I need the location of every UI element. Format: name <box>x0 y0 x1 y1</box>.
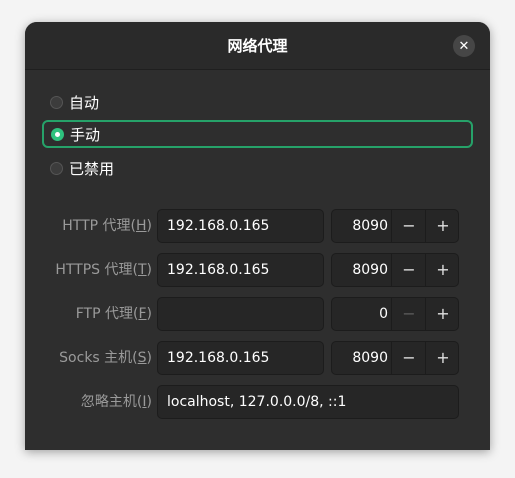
socks-host-input[interactable]: 192.168.0.165 <box>157 341 324 375</box>
http-port-value[interactable]: 8090 <box>332 210 388 242</box>
http-proxy-row: HTTP 代理(H) 192.168.0.165 8090 − + <box>25 209 490 243</box>
mode-automatic-label: 自动 <box>69 93 100 112</box>
close-button[interactable]: ✕ <box>453 35 475 57</box>
socks-host-label: Socks 主机(S) <box>59 350 152 366</box>
https-host-input[interactable]: 192.168.0.165 <box>157 253 324 287</box>
radio-indicator <box>50 161 63 175</box>
socks-port-value[interactable]: 8090 <box>332 342 388 374</box>
http-port-decrement-button[interactable]: − <box>391 210 426 242</box>
mode-disabled-label: 已禁用 <box>69 159 115 178</box>
http-port-increment-button[interactable]: + <box>425 210 460 242</box>
ftp-port-increment-button[interactable]: + <box>425 298 460 330</box>
https-proxy-row: HTTPS 代理(T) 192.168.0.165 8090 − + <box>25 253 490 287</box>
ftp-host-input[interactable] <box>157 297 324 331</box>
radio-indicator <box>50 95 63 109</box>
https-port-increment-button[interactable]: + <box>425 254 460 286</box>
mode-disabled-radio[interactable]: 已禁用 <box>43 154 471 182</box>
ftp-proxy-label: FTP 代理(F) <box>75 306 152 322</box>
socks-host-row: Socks 主机(S) 192.168.0.165 8090 − + <box>25 341 490 375</box>
mode-manual-radio[interactable]: 手动 <box>42 120 473 148</box>
http-host-input[interactable]: 192.168.0.165 <box>157 209 324 243</box>
close-icon: ✕ <box>458 38 470 54</box>
https-port-value[interactable]: 8090 <box>332 254 388 286</box>
socks-port-decrement-button[interactable]: − <box>391 342 426 374</box>
socks-port-spinner: 8090 − + <box>331 341 459 375</box>
ftp-port-spinner: 0 − + <box>331 297 459 331</box>
dialog-title: 网络代理 <box>227 37 288 55</box>
socks-port-increment-button[interactable]: + <box>425 342 460 374</box>
ftp-proxy-row: FTP 代理(F) 0 − + <box>25 297 490 331</box>
https-proxy-label: HTTPS 代理(T) <box>55 262 152 278</box>
http-proxy-label: HTTP 代理(H) <box>62 218 152 234</box>
ftp-port-decrement-button[interactable]: − <box>391 298 426 330</box>
ignore-hosts-label: 忽略主机(I) <box>80 394 152 410</box>
title-bar: 网络代理 ✕ <box>25 22 490 70</box>
https-port-decrement-button[interactable]: − <box>391 254 426 286</box>
radio-indicator-checked <box>51 127 64 141</box>
ftp-port-value[interactable]: 0 <box>332 298 388 330</box>
mode-manual-label: 手动 <box>70 125 101 144</box>
http-port-spinner: 8090 − + <box>331 209 459 243</box>
ignore-hosts-row: 忽略主机(I) localhost, 127.0.0.0/8, ::1 <box>25 385 490 419</box>
https-port-spinner: 8090 − + <box>331 253 459 287</box>
ignore-hosts-input[interactable]: localhost, 127.0.0.0/8, ::1 <box>157 385 459 419</box>
mode-automatic-radio[interactable]: 自动 <box>43 88 471 116</box>
network-proxy-dialog: 网络代理 ✕ 自动 手动 已禁用 HTTP 代理(H) 192.168.0.16… <box>25 22 490 450</box>
